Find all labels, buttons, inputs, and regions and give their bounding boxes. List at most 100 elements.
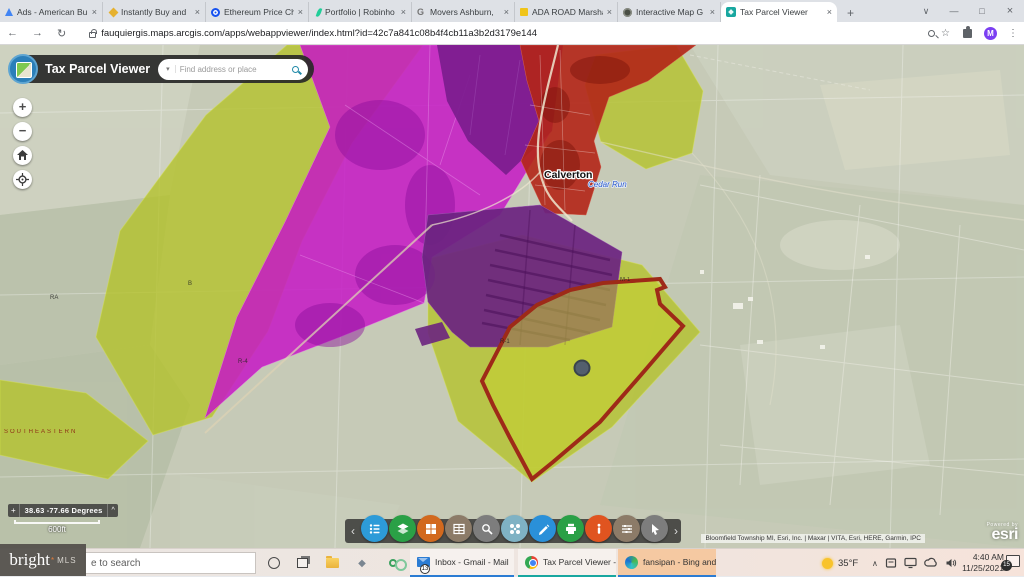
tab-close-icon[interactable]: ×	[92, 7, 97, 17]
notification-center-button[interactable]: 15	[1006, 555, 1020, 567]
address-search-box[interactable]: ▾	[158, 59, 308, 80]
tab-interactive-map[interactable]: Interactive Map G ×	[618, 2, 721, 22]
search-icon[interactable]	[292, 66, 299, 73]
tab-close-icon[interactable]: ×	[827, 7, 832, 17]
browser-tab-strip: Ads - American Bu × Instantly Buy and × …	[0, 0, 1024, 22]
tab-label: Interactive Map G	[636, 7, 706, 17]
crosshair-icon[interactable]: +	[8, 504, 20, 517]
coordinates-widget[interactable]: + 38.63 -77.66 Degrees ^	[8, 504, 118, 517]
tab-movers[interactable]: G Movers Ashburn, ×	[412, 2, 515, 22]
tab-ethereum[interactable]: Ethereum Price Ch ×	[206, 2, 309, 22]
measurement-widget-button[interactable]	[613, 515, 640, 542]
dropbox-button[interactable]: ◆	[350, 549, 374, 577]
tab-close-icon[interactable]: ×	[298, 7, 303, 17]
google-favicon-icon: G	[417, 8, 426, 17]
reload-button[interactable]: ↻	[50, 27, 73, 40]
new-tab-button[interactable]: +	[837, 6, 864, 22]
browser-address-bar: ← → ↻ fauquiergis.maps.arcgis.com/apps/w…	[0, 22, 1024, 45]
tab-close-icon[interactable]: ×	[401, 7, 406, 17]
search-source-caret-icon[interactable]: ▾	[158, 65, 176, 73]
taskbar-window-edge[interactable]: fansipan - Bing and...	[618, 549, 716, 577]
taskbar-window-chrome[interactable]: Tax Parcel Viewer - ...	[518, 549, 616, 577]
hidden-icons-chevron-icon[interactable]: ∧	[872, 559, 878, 568]
minimize-button[interactable]: —	[940, 6, 968, 16]
taskbar-weather[interactable]: 35°F	[822, 549, 858, 577]
tab-instantly-buy[interactable]: Instantly Buy and ×	[103, 2, 206, 22]
about-widget-button[interactable]	[585, 515, 612, 542]
zoom-in-button[interactable]: +	[13, 98, 32, 117]
select-widget-button[interactable]	[641, 515, 668, 542]
gis-map[interactable]: Calverton Cedar Run SOUTHEASTERN R-4 R-1…	[0, 45, 1024, 548]
home-icon	[13, 146, 32, 165]
chevron-up-icon[interactable]: ^	[107, 504, 117, 517]
display-icon[interactable]	[904, 557, 917, 569]
tab-close-icon[interactable]: ×	[710, 7, 715, 17]
tab-close-icon[interactable]: ×	[195, 7, 200, 17]
toolbar-scroll-right-icon[interactable]: ›	[668, 520, 684, 542]
cursor-select-icon	[648, 522, 662, 536]
yellow-favicon-icon	[520, 8, 528, 16]
locate-icon	[13, 170, 32, 189]
tax-parcel-favicon-icon	[726, 7, 736, 17]
page-zoom-icon[interactable]	[928, 30, 935, 37]
home-button[interactable]	[13, 146, 32, 165]
locate-button[interactable]	[13, 170, 32, 189]
esri-logo: Powered by esri	[987, 522, 1018, 542]
legend-widget-button[interactable]	[361, 515, 388, 542]
pinwheel-icon	[508, 522, 522, 536]
scale-bar: 600ft	[14, 520, 100, 534]
extensions-icon[interactable]	[963, 29, 972, 38]
tab-close-icon[interactable]: ×	[607, 7, 612, 17]
app-window-icon[interactable]	[885, 557, 897, 569]
tab-ads[interactable]: Ads - American Bu ×	[0, 2, 103, 22]
tab-close-icon[interactable]: ×	[504, 7, 509, 17]
share-widget-button[interactable]	[501, 515, 528, 542]
taskbar-search-box[interactable]: e to search	[84, 552, 256, 574]
map-navigation-controls: + −	[13, 98, 32, 189]
taskbar-clock[interactable]: 4:40 AM 11/25/2021	[948, 552, 1004, 574]
tab-tax-parcel-viewer[interactable]: Tax Parcel Viewer ×	[721, 2, 837, 22]
taskbar-window-gmail[interactable]: 13 Inbox - Gmail - Mail	[410, 549, 514, 577]
watermark-suffix: MLS	[57, 556, 76, 565]
window-close-button[interactable]: ×	[996, 5, 1024, 17]
back-button[interactable]: ←	[0, 27, 25, 39]
layers-widget-button[interactable]	[389, 515, 416, 542]
profile-avatar[interactable]: M	[984, 27, 997, 40]
maximize-button[interactable]: □	[968, 6, 996, 16]
url-field[interactable]: fauquiergis.maps.arcgis.com/apps/webappv…	[81, 25, 920, 42]
basemap-gallery-widget-button[interactable]	[417, 515, 444, 542]
town-label: Calverton	[544, 169, 592, 181]
print-widget-button[interactable]	[557, 515, 584, 542]
onedrive-cloud-icon[interactable]	[924, 557, 938, 569]
parcel-marker[interactable]	[575, 361, 590, 376]
zoning-label-b: B	[188, 281, 192, 287]
scale-line	[14, 520, 100, 524]
query-widget-button[interactable]	[473, 515, 500, 542]
tab-ada-road[interactable]: ADA ROAD Marsha ×	[515, 2, 618, 22]
url-text: fauquiergis.maps.arcgis.com/apps/webappv…	[101, 28, 537, 39]
legend-icon	[368, 522, 382, 536]
file-explorer-button[interactable]	[320, 549, 344, 577]
magnifier-icon	[480, 522, 494, 536]
green-rings-icon	[389, 559, 397, 567]
folder-icon	[326, 558, 339, 568]
bright-mls-watermark: bright* MLS	[0, 544, 86, 576]
cortana-button[interactable]	[262, 549, 286, 577]
rings-app-button[interactable]	[380, 549, 406, 577]
cortana-icon	[268, 557, 280, 569]
zoning-label-r1: R-1	[500, 339, 510, 345]
task-view-button[interactable]	[290, 549, 314, 577]
forward-button[interactable]: →	[25, 27, 50, 39]
attribute-table-widget-button[interactable]	[445, 515, 472, 542]
browser-menu-icon[interactable]: ⋮	[1002, 28, 1024, 39]
toolbar-scroll-left-icon[interactable]: ‹	[345, 520, 361, 542]
search-input[interactable]	[176, 65, 289, 74]
draw-widget-button[interactable]	[529, 515, 556, 542]
chrome-icon	[525, 556, 538, 569]
zoom-out-button[interactable]: −	[13, 122, 32, 141]
tab-robinhood[interactable]: Portfolio | Robinho ×	[309, 2, 412, 22]
window-controls: ∨ — □ ×	[912, 0, 1024, 22]
app-header-bar: Tax Parcel Viewer ▾	[23, 55, 314, 83]
tab-search-caret-icon[interactable]: ∨	[912, 6, 940, 17]
map-canvas[interactable]: Calverton Cedar Run SOUTHEASTERN R-4 R-1…	[0, 45, 1024, 548]
